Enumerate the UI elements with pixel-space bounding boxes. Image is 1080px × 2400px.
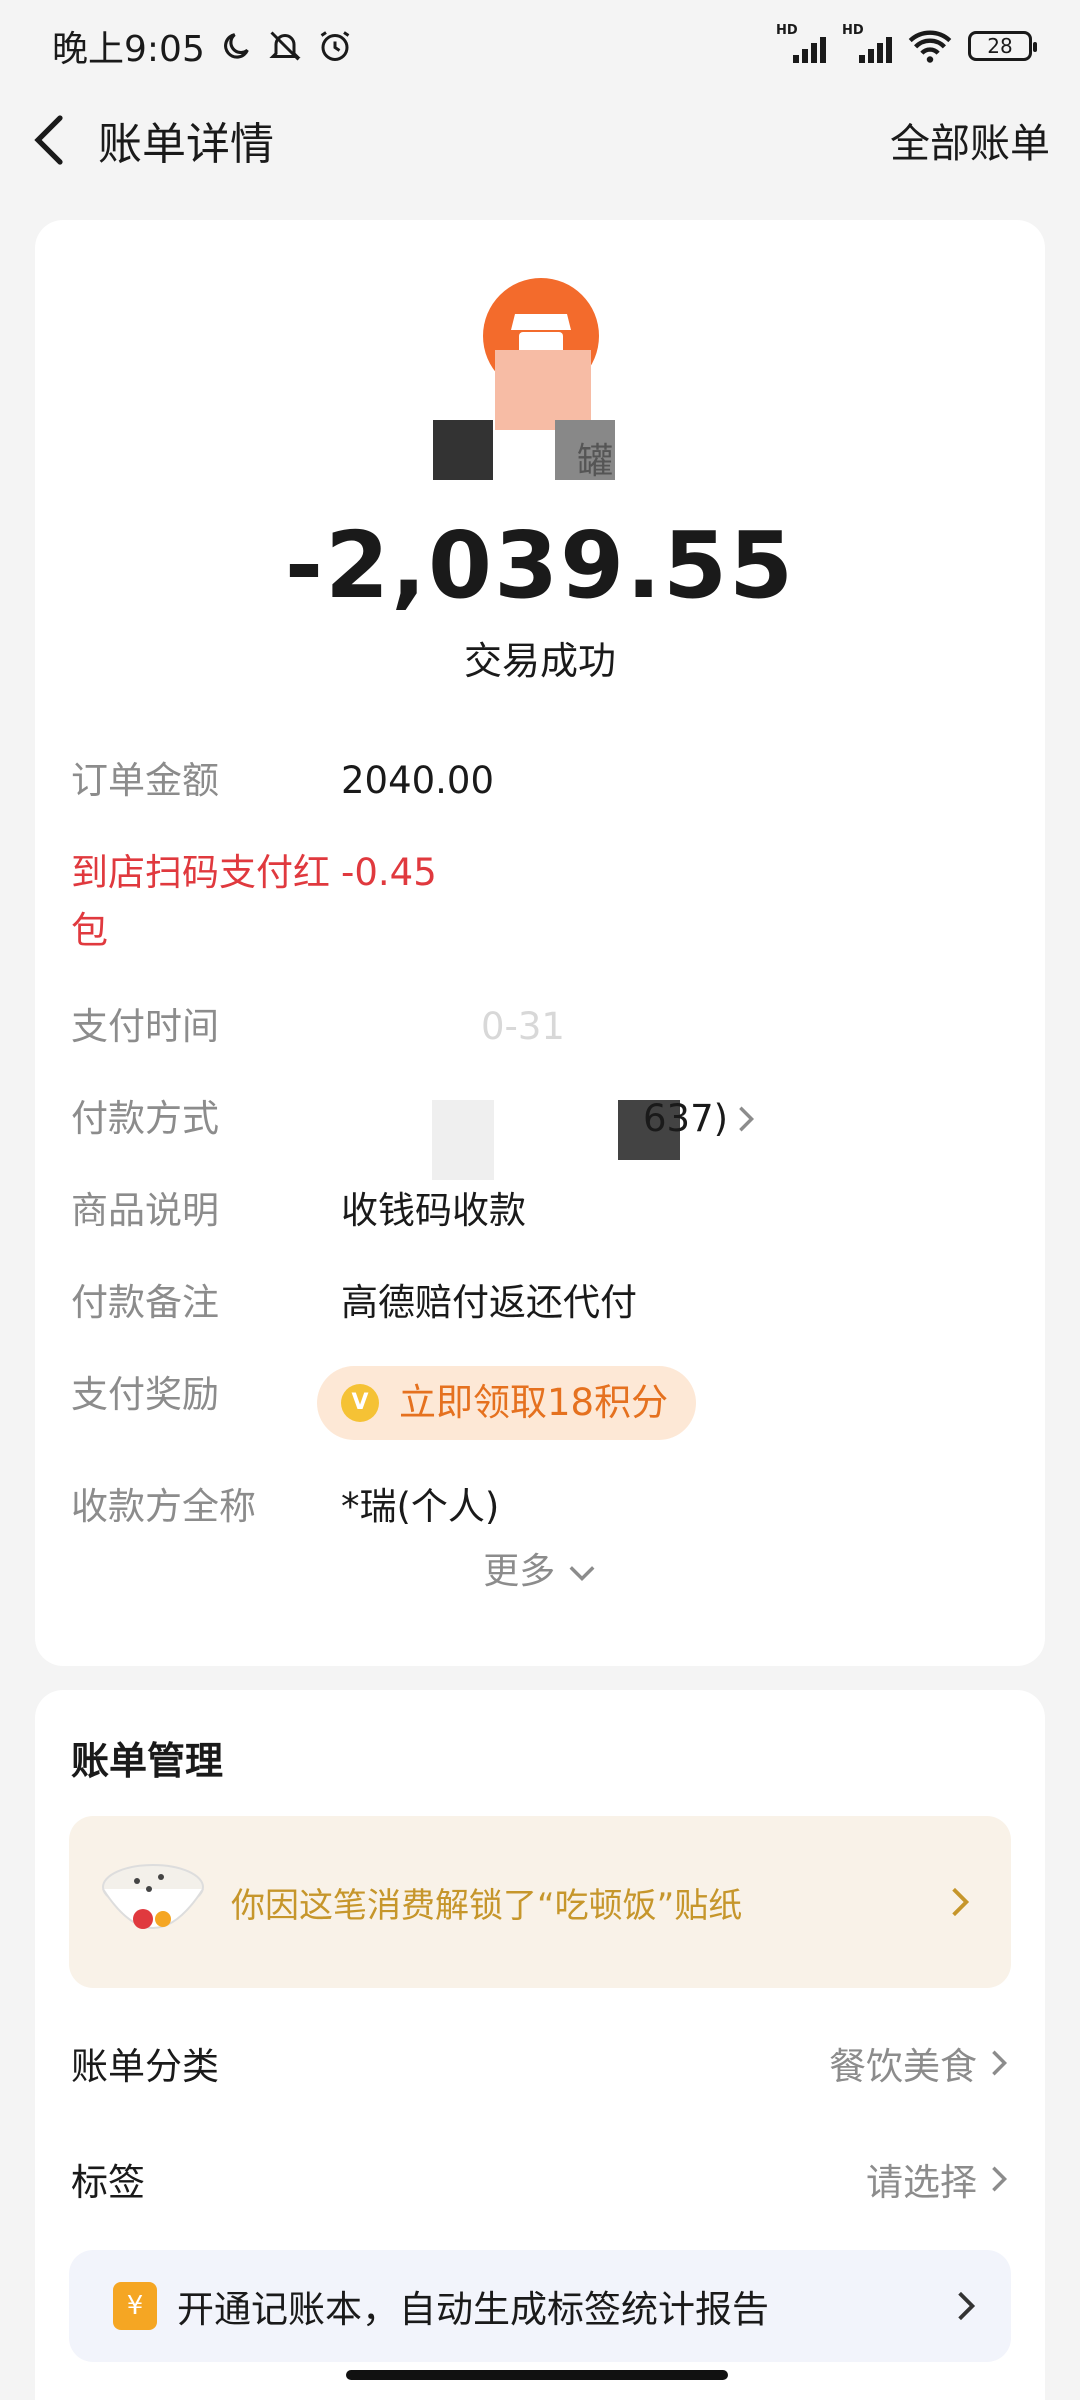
chevron-right-icon xyxy=(739,1106,755,1132)
detail-row-product: 商品说明 收钱码收款 xyxy=(71,1182,1009,1240)
alarm-icon xyxy=(320,31,350,61)
nav-left: 账单详情 xyxy=(30,108,274,172)
detail-row-pay-time: 支付时间 0-31 xyxy=(71,998,1009,1056)
order-amount-label: 订单金额 xyxy=(71,759,219,802)
signal-icon: HD xyxy=(842,23,892,63)
tag-row[interactable]: 标签 请选择 xyxy=(71,2150,1009,2208)
chevron-right-icon xyxy=(992,2166,1008,2192)
coin-icon: V xyxy=(341,1384,379,1422)
tag-label: 标签 xyxy=(71,2161,145,2204)
transaction-amount: -2,039.55 xyxy=(284,512,796,619)
home-indicator[interactable] xyxy=(346,2370,728,2380)
sticker-text: 你因这笔消费解锁了“吃顿饭”贴纸 xyxy=(231,1885,743,1926)
privacy-mosaic xyxy=(495,350,591,430)
bill-management-card: 账单管理 你因这笔消费解锁了“吃顿饭”贴纸 账单分类 餐饮美食 标签 请选择 ¥… xyxy=(35,1690,1045,2400)
merchant-name: 罐 xyxy=(576,441,613,482)
battery-icon: 28 xyxy=(968,31,1037,61)
more-toggle[interactable]: 更多 xyxy=(35,1542,1045,1594)
reward-value-wrap: V 立即领取18积分 xyxy=(317,1366,1009,1440)
product-label: 商品说明 xyxy=(71,1189,219,1232)
page-title: 账单详情 xyxy=(98,119,274,170)
order-amount-value: 2040.00 xyxy=(341,759,495,802)
chevron-right-icon xyxy=(958,2291,976,2321)
bill-detail-card: 罐 -2,039.55 交易成功 订单金额 2040.00 到店扫码支付红包 -… xyxy=(35,220,1045,1666)
claim-points-button[interactable]: V 立即领取18积分 xyxy=(317,1366,697,1440)
status-right: HD HD 28 xyxy=(776,23,1037,64)
bill-category-row[interactable]: 账单分类 餐饮美食 xyxy=(71,2034,1009,2092)
all-bills-link[interactable]: 全部账单 xyxy=(890,111,1050,169)
detail-row-order-amount: 订单金额 2040.00 xyxy=(71,752,1009,810)
pay-time-label: 支付时间 xyxy=(71,1005,219,1048)
rice-bowl-icon xyxy=(93,1847,213,1957)
pay-method-label: 付款方式 xyxy=(71,1097,219,1140)
status-bar: 晚上9:05 HD HD 28 xyxy=(0,0,1080,92)
wifi-icon xyxy=(908,30,952,63)
sticker-banner[interactable]: 你因这笔消费解锁了“吃顿饭”贴纸 xyxy=(69,1816,1011,1988)
chevron-right-icon xyxy=(952,1887,970,1917)
detail-row-remark: 付款备注 高德赔付返还代付 xyxy=(71,1274,1009,1332)
moon-icon xyxy=(223,33,249,59)
bookkeeping-promo[interactable]: ¥ 开通记账本，自动生成标签统计报告 xyxy=(69,2250,1011,2362)
category-label: 账单分类 xyxy=(71,2045,219,2088)
payee-value: *瑞(个人) xyxy=(341,1485,500,1528)
transaction-status: 交易成功 xyxy=(463,639,616,683)
yen-ticket-icon: ¥ xyxy=(113,2282,157,2330)
nav-bar: 账单详情 全部账单 xyxy=(0,92,1080,188)
chevron-right-icon xyxy=(992,2050,1008,2076)
pay-method-value[interactable]: 637) xyxy=(341,1090,1009,1148)
chevron-down-icon xyxy=(569,1566,595,1582)
detail-row-red-packet: 到店扫码支付红包 -0.45 xyxy=(71,844,1009,960)
payee-label: 收款方全称 xyxy=(71,1485,256,1528)
remark-label: 付款备注 xyxy=(71,1281,219,1324)
section-title: 账单管理 xyxy=(71,1739,224,1783)
detail-row-payee: 收款方全称 *瑞(个人) xyxy=(71,1478,1009,1536)
category-value: 餐饮美食 xyxy=(829,2045,977,2088)
red-packet-label: 到店扫码支付红包 xyxy=(71,851,330,952)
category-value-wrap: 餐饮美食 xyxy=(829,2036,1009,2090)
status-left: 晚上9:05 xyxy=(52,20,353,72)
reward-label: 支付奖励 xyxy=(71,1373,219,1416)
bell-off-icon xyxy=(269,31,301,61)
red-packet-value: -0.45 xyxy=(341,851,437,894)
clock: 晚上9:05 xyxy=(52,29,205,70)
remark-value: 高德赔付返还代付 xyxy=(341,1281,637,1324)
promo-text: 开通记账本，自动生成标签统计报告 xyxy=(177,2288,769,2331)
signal-icon: HD xyxy=(776,23,826,63)
product-value: 收钱码收款 xyxy=(341,1189,526,1232)
pay-time-value: 0-31 xyxy=(481,1005,565,1048)
tag-value: 请选择 xyxy=(866,2161,977,2204)
detail-row-reward: 支付奖励 V 立即领取18积分 xyxy=(71,1366,1009,1440)
tag-value-wrap: 请选择 xyxy=(866,2152,1009,2206)
back-arrow-icon[interactable] xyxy=(30,112,70,168)
detail-row-pay-method[interactable]: 付款方式 637) xyxy=(71,1090,1009,1148)
